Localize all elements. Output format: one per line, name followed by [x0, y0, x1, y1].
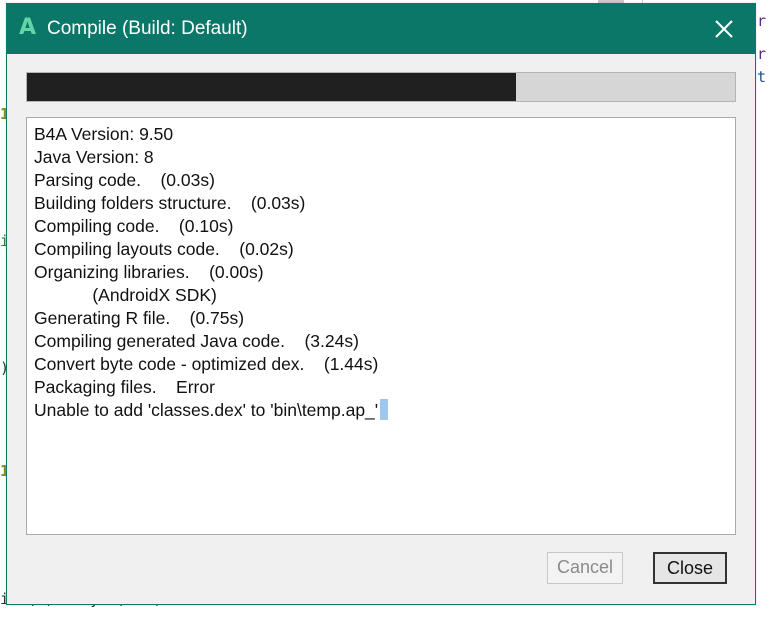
close-button[interactable]: Close — [653, 552, 727, 584]
log-error-line: Unable to add 'classes.dex' to 'bin\temp… — [34, 399, 728, 422]
log-line: Compiling layouts code. (0.02s) — [34, 239, 294, 259]
b4a-logo-icon: A — [19, 15, 37, 40]
background-code-fragment: r — [757, 45, 767, 63]
log-line: Convert byte code - optimized dex. (1.44… — [34, 354, 379, 374]
log-line: Compiling generated Java code. (3.24s) — [34, 331, 359, 351]
close-icon — [715, 20, 733, 38]
text-selection-caret — [380, 399, 389, 420]
compile-log[interactable]: B4A Version: 9.50 Java Version: 8 Parsin… — [26, 117, 736, 535]
log-line: B4A Version: 9.50 — [34, 124, 174, 144]
log-error-text: Unable to add 'classes.dex' to 'bin\temp… — [34, 400, 379, 420]
compile-dialog: A Compile (Build: Default) B4A Version: … — [6, 3, 756, 605]
log-line: Building folders structure. (0.03s) — [34, 193, 306, 213]
log-line: Parsing code. (0.03s) — [34, 170, 215, 190]
background-code-fragment: t — [757, 68, 767, 86]
log-line: Organizing libraries. (0.00s) — [34, 262, 264, 282]
log-line: Compiling code. (0.10s) — [34, 216, 234, 236]
log-line: (AndroidX SDK) — [34, 285, 217, 305]
close-window-button[interactable] — [705, 10, 743, 48]
cancel-button[interactable]: Cancel — [547, 552, 623, 584]
background-code-fragment: r — [757, 12, 767, 30]
log-line: Packaging files. Error — [34, 377, 215, 397]
log-line: Generating R file. (0.75s) — [34, 308, 245, 328]
dialog-title: Compile (Build: Default) — [47, 18, 248, 39]
compile-progress-bar — [26, 72, 736, 102]
dialog-titlebar[interactable]: A Compile (Build: Default) — [7, 4, 755, 54]
log-line: Java Version: 8 — [34, 147, 154, 167]
progress-bar-fill — [27, 73, 516, 101]
